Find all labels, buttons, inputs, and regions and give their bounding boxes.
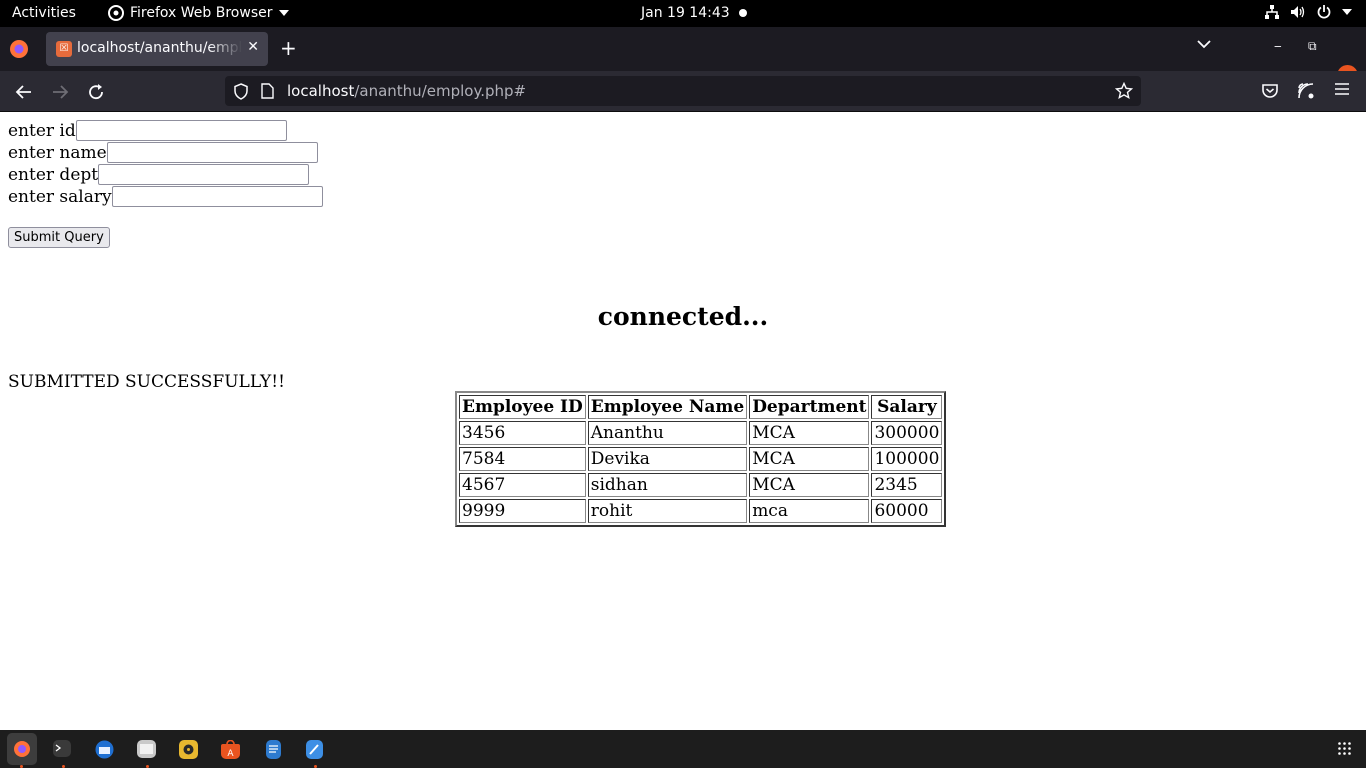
- clock[interactable]: Jan 19 14:43: [641, 5, 730, 21]
- id-input[interactable]: [75, 120, 287, 141]
- rhythmbox-icon[interactable]: [179, 740, 198, 759]
- page-content: enter id enter name enter dept enter sal…: [0, 112, 1366, 730]
- table-cell: rohit: [587, 499, 748, 523]
- firefox-view-icon[interactable]: [8, 38, 30, 60]
- volume-icon: [1291, 6, 1305, 18]
- system-top-bar: Activities Firefox Web Browser Jan 19 14…: [0, 0, 1366, 27]
- taskbar-dock: A: [0, 730, 1366, 768]
- column-header: Department: [749, 395, 870, 419]
- salary-label: enter salary: [8, 186, 112, 207]
- table-cell: mca: [749, 499, 870, 523]
- url-bar[interactable]: localhost/ananthu/employ.php#: [225, 76, 1141, 106]
- notification-dot-icon: [739, 9, 747, 17]
- tab-strip: ☒ localhost/ananthu/employ.php# ✕ + ‒ ⧉: [0, 27, 1366, 86]
- network-icon: [1265, 5, 1279, 19]
- table-cell: Ananthu: [587, 421, 748, 445]
- files-icon[interactable]: [137, 740, 156, 758]
- name-row: enter name: [8, 142, 318, 163]
- thunderbird-icon[interactable]: [95, 740, 114, 759]
- terminal-icon[interactable]: [53, 740, 71, 757]
- id-row: enter id: [8, 120, 287, 141]
- url-host: localhost: [287, 82, 355, 100]
- name-label: enter name: [8, 142, 107, 163]
- table-cell: sidhan: [587, 473, 748, 497]
- restore-button[interactable]: ⧉: [1308, 39, 1317, 54]
- table-cell: 300000: [871, 421, 943, 445]
- column-header: Employee ID: [459, 395, 586, 419]
- dept-row: enter dept: [8, 164, 310, 185]
- url-text[interactable]: localhost/ananthu/employ.php#: [287, 82, 526, 100]
- navigation-toolbar: localhost/ananthu/employ.php#: [0, 71, 1366, 112]
- minimize-button[interactable]: ‒: [1274, 39, 1282, 53]
- pocket-icon[interactable]: [1261, 82, 1279, 100]
- caret-down-icon: [278, 10, 289, 16]
- submit-button[interactable]: Submit Query: [8, 227, 110, 248]
- forward-icon[interactable]: [50, 82, 70, 102]
- table-cell: MCA: [749, 421, 870, 445]
- svg-text:A: A: [227, 749, 234, 759]
- software-center-icon[interactable]: A: [221, 740, 240, 759]
- dept-label: enter dept: [8, 164, 99, 185]
- salary-input[interactable]: [111, 186, 323, 207]
- app-menu-label: Firefox Web Browser: [130, 5, 273, 21]
- back-icon[interactable]: [14, 82, 34, 102]
- salary-row: enter salary: [8, 186, 323, 207]
- tracking-protection-icon[interactable]: [233, 83, 249, 100]
- employee-table: Employee ID Employee Name Department Sal…: [455, 391, 947, 527]
- column-header: Salary: [871, 395, 943, 419]
- dock-firefox[interactable]: [7, 733, 37, 765]
- table-cell: 2345: [871, 473, 943, 497]
- dept-input[interactable]: [98, 164, 310, 185]
- tab-title: localhost/ananthu/employ.php#: [77, 40, 242, 56]
- app-menu[interactable]: Firefox Web Browser: [108, 5, 289, 21]
- table-row: 3456 Ananthu MCA 300000: [459, 421, 943, 445]
- xampp-favicon-icon: ☒: [56, 41, 72, 57]
- name-input[interactable]: [106, 142, 318, 163]
- table-row: 9999 rohit mca 60000: [459, 499, 943, 523]
- hamburger-menu-icon[interactable]: [1334, 82, 1350, 96]
- caret-down-icon: [1342, 9, 1352, 15]
- table-cell: Devika: [587, 447, 748, 471]
- tab-employ[interactable]: ☒ localhost/ananthu/employ.php# ✕: [46, 32, 268, 66]
- table-cell: 60000: [871, 499, 943, 523]
- bookmark-star-icon[interactable]: [1115, 82, 1133, 100]
- table-header-row: Employee ID Employee Name Department Sal…: [459, 395, 943, 419]
- table-cell: 4567: [459, 473, 586, 497]
- table-cell: 7584: [459, 447, 586, 471]
- tab-close-icon[interactable]: ✕: [247, 39, 259, 55]
- connection-status-heading: connected...: [597, 302, 769, 331]
- firefox-icon: [14, 741, 30, 757]
- submit-success-message: SUBMITTED SUCCESSFULLY!!: [8, 372, 285, 392]
- text-editor-icon[interactable]: [306, 740, 323, 759]
- firefox-icon: [108, 5, 124, 21]
- table-cell: 3456: [459, 421, 586, 445]
- reload-icon[interactable]: [86, 82, 106, 102]
- id-label: enter id: [8, 120, 76, 141]
- table-cell: MCA: [749, 447, 870, 471]
- table-cell: 100000: [871, 447, 943, 471]
- show-applications-icon[interactable]: [1338, 742, 1351, 755]
- column-header: Employee Name: [587, 395, 748, 419]
- table-row: 7584 Devika MCA 100000: [459, 447, 943, 471]
- table-cell: 9999: [459, 499, 586, 523]
- activities-button[interactable]: Activities: [12, 5, 76, 21]
- page-info-icon[interactable]: [261, 83, 274, 99]
- table-cell: MCA: [749, 473, 870, 497]
- power-icon: [1317, 5, 1331, 19]
- list-all-tabs-icon[interactable]: [1197, 40, 1211, 49]
- new-tab-button[interactable]: +: [280, 37, 297, 59]
- table-row: 4567 sidhan MCA 2345: [459, 473, 943, 497]
- writer-icon[interactable]: [266, 740, 281, 759]
- system-tray[interactable]: [1264, 4, 1352, 20]
- url-path: /ananthu/employ.php#: [354, 82, 527, 100]
- extensions-icon[interactable]: [1297, 82, 1315, 100]
